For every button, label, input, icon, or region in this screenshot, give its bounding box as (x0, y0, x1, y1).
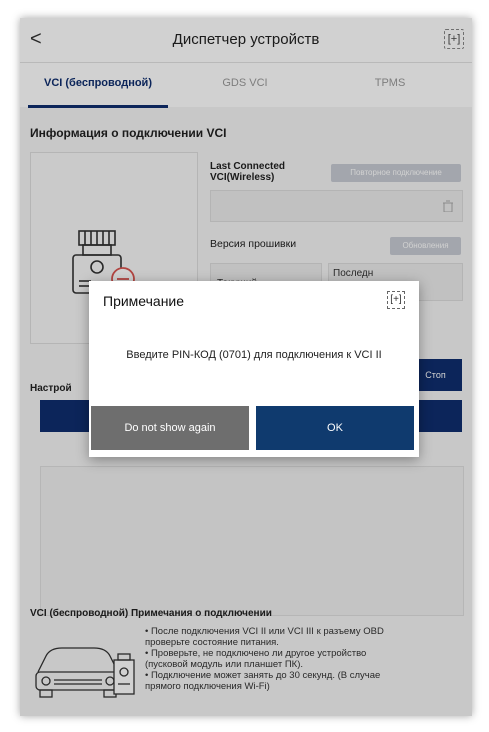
dialog-expand-icon[interactable]: [+] (387, 291, 405, 309)
note-dialog: Примечание [+] Введите PIN-КОД (0701) дл… (89, 281, 419, 457)
ok-button[interactable]: OK (256, 406, 414, 450)
app-frame: < Диспетчер устройств [+] VCI (беспровод… (0, 0, 489, 732)
do-not-show-again-button[interactable]: Do not show again (91, 406, 249, 450)
device-manager-screen: < Диспетчер устройств [+] VCI (беспровод… (20, 18, 472, 716)
dialog-message: Введите PIN-КОД (0701) для подключения к… (126, 349, 382, 361)
dialog-title: Примечание (103, 293, 185, 309)
